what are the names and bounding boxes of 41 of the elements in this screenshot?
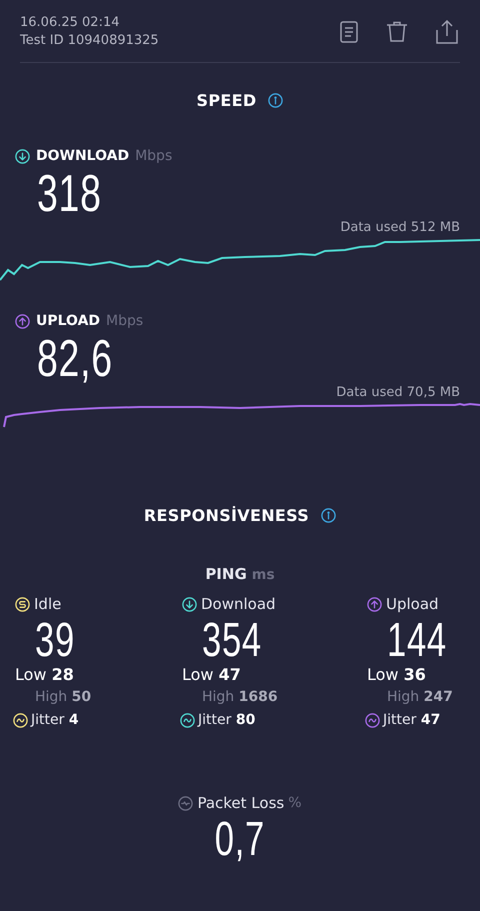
wave-icon	[180, 712, 195, 728]
test-label: UPLOAD	[36, 313, 100, 329]
ping-label: PING	[205, 565, 247, 583]
ping-value: 144	[387, 617, 447, 665]
info-icon	[321, 508, 336, 523]
wave-icon	[365, 712, 380, 728]
jitter-value: Jitter 80	[198, 712, 256, 728]
delete-icon[interactable]	[386, 21, 408, 43]
high-value: High 1686	[202, 688, 279, 707]
packet-loss-label: Packet Loss	[197, 794, 284, 812]
speed-value: 318	[37, 168, 102, 220]
unit-label: Mbps	[106, 313, 144, 329]
wave-icon	[13, 712, 28, 728]
data-used: Data used 512 MB	[340, 220, 460, 235]
low-value: Low 36	[367, 665, 427, 684]
packet-loss-value: 0,7	[214, 816, 266, 864]
info-icon	[268, 93, 284, 108]
test-date: 16.06.25 02:14	[20, 14, 120, 32]
unit-label: %	[288, 795, 302, 811]
speed-value: 82,6	[37, 333, 113, 385]
low-value: Low 47	[182, 665, 242, 684]
data-used: Data used 70,5 MB	[336, 385, 460, 400]
unit-label: ms	[252, 567, 275, 583]
high-value: High 50	[35, 688, 92, 707]
ping-column-label: Upload	[386, 595, 439, 613]
ping-value: 354	[202, 617, 262, 665]
document-icon[interactable]	[340, 21, 358, 43]
section-title: SPEED	[196, 91, 256, 110]
low-value: Low 28	[15, 665, 75, 684]
test-id: Test ID 10940891325	[20, 32, 159, 50]
ping-value: 39	[35, 617, 75, 665]
ping-column-label: Idle	[34, 595, 62, 613]
test-label: DOWNLOAD	[36, 148, 130, 164]
jitter-value: Jitter 47	[383, 712, 440, 728]
unit-label: Mbps	[135, 148, 172, 164]
section-title: RESPONSİVENESS	[144, 506, 310, 525]
jitter-value: Jitter 4	[31, 712, 79, 728]
share-icon[interactable]	[436, 20, 458, 44]
pulse-icon	[178, 796, 194, 810]
high-value: High 247	[387, 688, 454, 707]
ping-column-label: Download	[201, 595, 276, 613]
